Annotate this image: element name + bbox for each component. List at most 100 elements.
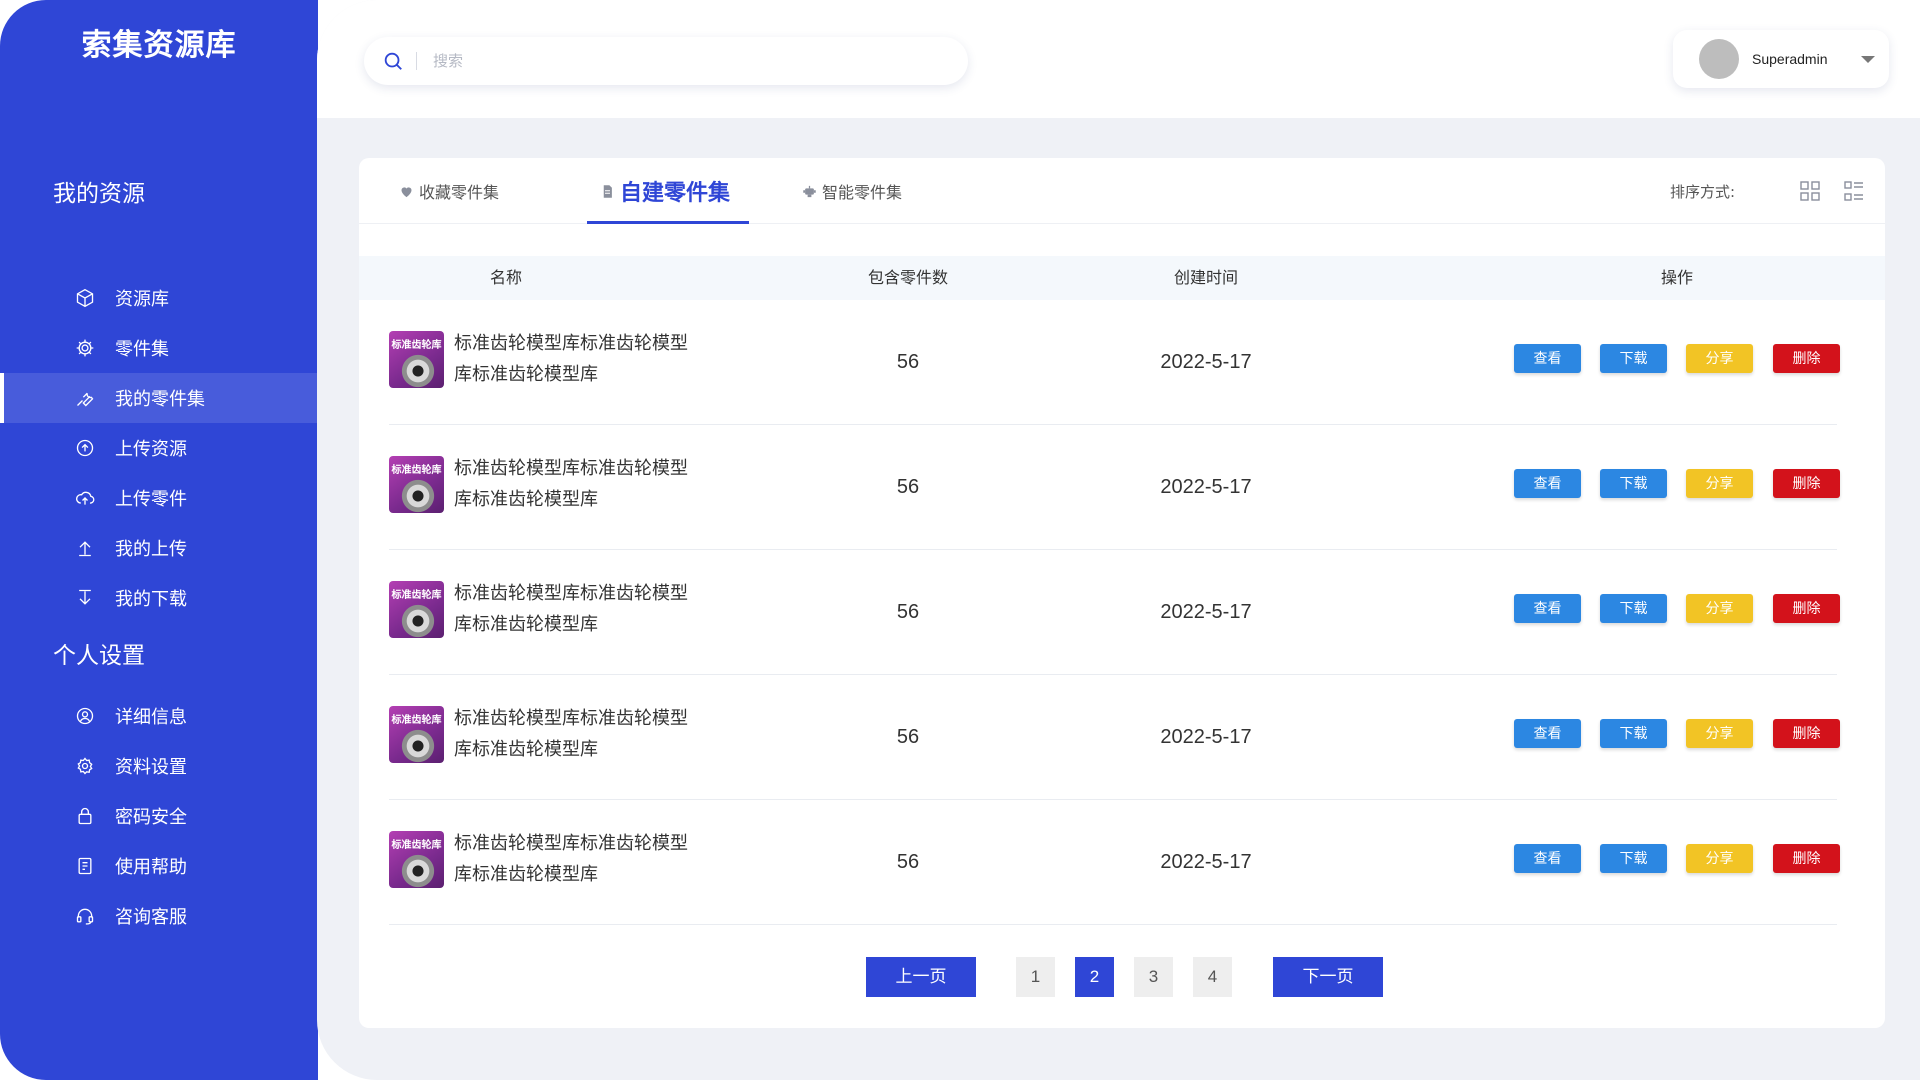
sidebar-nav-settings: 详细信息 资料设置 密码安全 使用帮助 咨询客服 bbox=[0, 691, 318, 941]
table-row: 标准齿轮库 标准齿轮模型库标准齿轮模型库标准齿轮模型库 56 2022-5-17… bbox=[359, 550, 1885, 675]
grid-view-icon[interactable] bbox=[1799, 180, 1821, 202]
view-button[interactable]: 查看 bbox=[1514, 844, 1581, 873]
tab-smart-parts-set[interactable]: 智能零件集 bbox=[802, 158, 902, 224]
tab-label: 收藏零件集 bbox=[419, 183, 500, 202]
sidebar-item-label: 咨询客服 bbox=[115, 907, 187, 928]
pagination: 上一页 1 2 3 4 下一页 bbox=[359, 957, 1885, 997]
page-button-1[interactable]: 1 bbox=[1016, 957, 1055, 997]
sidebar-item-label: 资源库 bbox=[115, 289, 169, 310]
parts-set-name[interactable]: 标准齿轮模型库标准齿轮模型库标准齿轮模型库 bbox=[454, 328, 694, 390]
sidebar-item-password-security[interactable]: 密码安全 bbox=[0, 791, 318, 841]
sidebar-item-details[interactable]: 详细信息 bbox=[0, 691, 318, 741]
cloud-upload-icon bbox=[74, 487, 96, 509]
file-icon bbox=[600, 184, 615, 199]
tab-favorite-parts-set[interactable]: 收藏零件集 bbox=[399, 158, 499, 224]
parts-set-name[interactable]: 标准齿轮模型库标准齿轮模型库标准齿轮模型库 bbox=[454, 578, 694, 640]
download-button[interactable]: 下载 bbox=[1600, 594, 1667, 623]
share-button[interactable]: 分享 bbox=[1686, 719, 1753, 748]
table-row: 标准齿轮库 标准齿轮模型库标准齿轮模型库标准齿轮模型库 56 2022-5-17… bbox=[359, 300, 1885, 425]
sidebar-item-profile-settings[interactable]: 资料设置 bbox=[0, 741, 318, 791]
sidebar-nav-resources: 资源库 零件集 我的零件集 上传资源 上传零件 我的上传 我的下载 bbox=[0, 273, 318, 623]
gear-image bbox=[401, 729, 435, 763]
next-page-button[interactable]: 下一页 bbox=[1273, 957, 1383, 997]
parts-set-name[interactable]: 标准齿轮模型库标准齿轮模型库标准齿轮模型库 bbox=[454, 703, 694, 765]
share-button[interactable]: 分享 bbox=[1686, 594, 1753, 623]
tab-custom-parts-set[interactable]: 自建零件集 bbox=[600, 158, 730, 224]
sidebar-item-label: 资料设置 bbox=[115, 757, 187, 778]
sidebar-item-help[interactable]: 使用帮助 bbox=[0, 841, 318, 891]
tab-bar: 收藏零件集 自建零件集 智能零件集 排序方式: bbox=[359, 158, 1885, 224]
delete-button[interactable]: 删除 bbox=[1773, 469, 1840, 498]
sidebar-item-my-parts-set[interactable]: 我的零件集 bbox=[0, 373, 318, 423]
user-circle-icon bbox=[74, 705, 96, 727]
view-button[interactable]: 查看 bbox=[1514, 344, 1581, 373]
main-content: Superadmin 收藏零件集 自建零件集 智能零件集 排序 bbox=[317, 0, 1920, 1080]
page-button-2[interactable]: 2 bbox=[1075, 957, 1114, 997]
gear-image bbox=[401, 854, 435, 888]
arrow-down-icon bbox=[74, 587, 96, 609]
view-button[interactable]: 查看 bbox=[1514, 469, 1581, 498]
avatar[interactable] bbox=[1699, 39, 1739, 79]
sidebar-item-label: 上传零件 bbox=[115, 489, 187, 510]
download-button[interactable]: 下载 bbox=[1600, 469, 1667, 498]
download-button[interactable]: 下载 bbox=[1600, 844, 1667, 873]
sidebar: 索集资源库 我的资源 资源库 零件集 我的零件集 上传资源 上传零件 我的上传 … bbox=[0, 0, 318, 1080]
parts-set-thumbnail[interactable]: 标准齿轮库 bbox=[389, 831, 444, 888]
delete-button[interactable]: 删除 bbox=[1773, 344, 1840, 373]
tab-label: 智能零件集 bbox=[822, 183, 903, 202]
delete-button[interactable]: 删除 bbox=[1773, 594, 1840, 623]
page-button-4[interactable]: 4 bbox=[1193, 957, 1232, 997]
sidebar-item-my-downloads[interactable]: 我的下载 bbox=[0, 573, 318, 623]
search-divider bbox=[416, 52, 417, 70]
lock-icon bbox=[74, 805, 96, 827]
parts-count: 56 bbox=[896, 726, 920, 748]
parts-count: 56 bbox=[896, 851, 920, 873]
parts-set-thumbnail[interactable]: 标准齿轮库 bbox=[389, 331, 444, 388]
sidebar-item-label: 密码安全 bbox=[115, 807, 187, 828]
active-tab-indicator bbox=[587, 221, 749, 224]
prev-page-button[interactable]: 上一页 bbox=[866, 957, 976, 997]
created-date: 2022-5-17 bbox=[1160, 476, 1252, 498]
search-icon[interactable] bbox=[382, 50, 404, 72]
sidebar-item-upload-resource[interactable]: 上传资源 bbox=[0, 423, 318, 473]
parts-set-thumbnail[interactable]: 标准齿轮库 bbox=[389, 706, 444, 763]
search-box[interactable] bbox=[364, 37, 968, 85]
parts-set-thumbnail[interactable]: 标准齿轮库 bbox=[389, 456, 444, 513]
parts-set-name[interactable]: 标准齿轮模型库标准齿轮模型库标准齿轮模型库 bbox=[454, 828, 694, 890]
gear-image bbox=[401, 604, 435, 638]
share-button[interactable]: 分享 bbox=[1686, 844, 1753, 873]
parts-set-thumbnail[interactable]: 标准齿轮库 bbox=[389, 581, 444, 638]
section-title-personal-settings: 个人设置 bbox=[53, 643, 145, 669]
download-button[interactable]: 下载 bbox=[1600, 344, 1667, 373]
search-input[interactable] bbox=[433, 52, 833, 70]
download-button[interactable]: 下载 bbox=[1600, 719, 1667, 748]
sidebar-item-label: 详细信息 bbox=[115, 707, 187, 728]
delete-button[interactable]: 删除 bbox=[1773, 719, 1840, 748]
sidebar-item-parts-set[interactable]: 零件集 bbox=[0, 323, 318, 373]
sidebar-item-label: 上传资源 bbox=[115, 439, 187, 460]
username: Superadmin bbox=[1752, 51, 1828, 67]
thumbnail-text: 标准齿轮库 bbox=[391, 840, 442, 851]
list-view-icon[interactable] bbox=[1843, 180, 1865, 202]
sidebar-item-label: 零件集 bbox=[115, 339, 169, 360]
sidebar-item-resource-library[interactable]: 资源库 bbox=[0, 273, 318, 323]
wrench-icon bbox=[74, 387, 96, 409]
view-button[interactable]: 查看 bbox=[1514, 594, 1581, 623]
sidebar-item-customer-service[interactable]: 咨询客服 bbox=[0, 891, 318, 941]
cube-icon bbox=[74, 287, 96, 309]
user-menu[interactable]: Superadmin bbox=[1673, 30, 1889, 88]
upload-circle-icon bbox=[74, 437, 96, 459]
sidebar-item-upload-parts[interactable]: 上传零件 bbox=[0, 473, 318, 523]
chevron-down-icon[interactable] bbox=[1861, 56, 1875, 63]
sidebar-item-my-uploads[interactable]: 我的上传 bbox=[0, 523, 318, 573]
sidebar-item-label: 我的零件集 bbox=[115, 389, 205, 410]
settings-icon bbox=[74, 755, 96, 777]
column-header-actions: 操作 bbox=[1660, 268, 1694, 287]
share-button[interactable]: 分享 bbox=[1686, 344, 1753, 373]
view-button[interactable]: 查看 bbox=[1514, 719, 1581, 748]
page-button-3[interactable]: 3 bbox=[1134, 957, 1173, 997]
share-button[interactable]: 分享 bbox=[1686, 469, 1753, 498]
parts-set-name[interactable]: 标准齿轮模型库标准齿轮模型库标准齿轮模型库 bbox=[454, 453, 694, 515]
gear-icon bbox=[74, 337, 96, 359]
delete-button[interactable]: 删除 bbox=[1773, 844, 1840, 873]
